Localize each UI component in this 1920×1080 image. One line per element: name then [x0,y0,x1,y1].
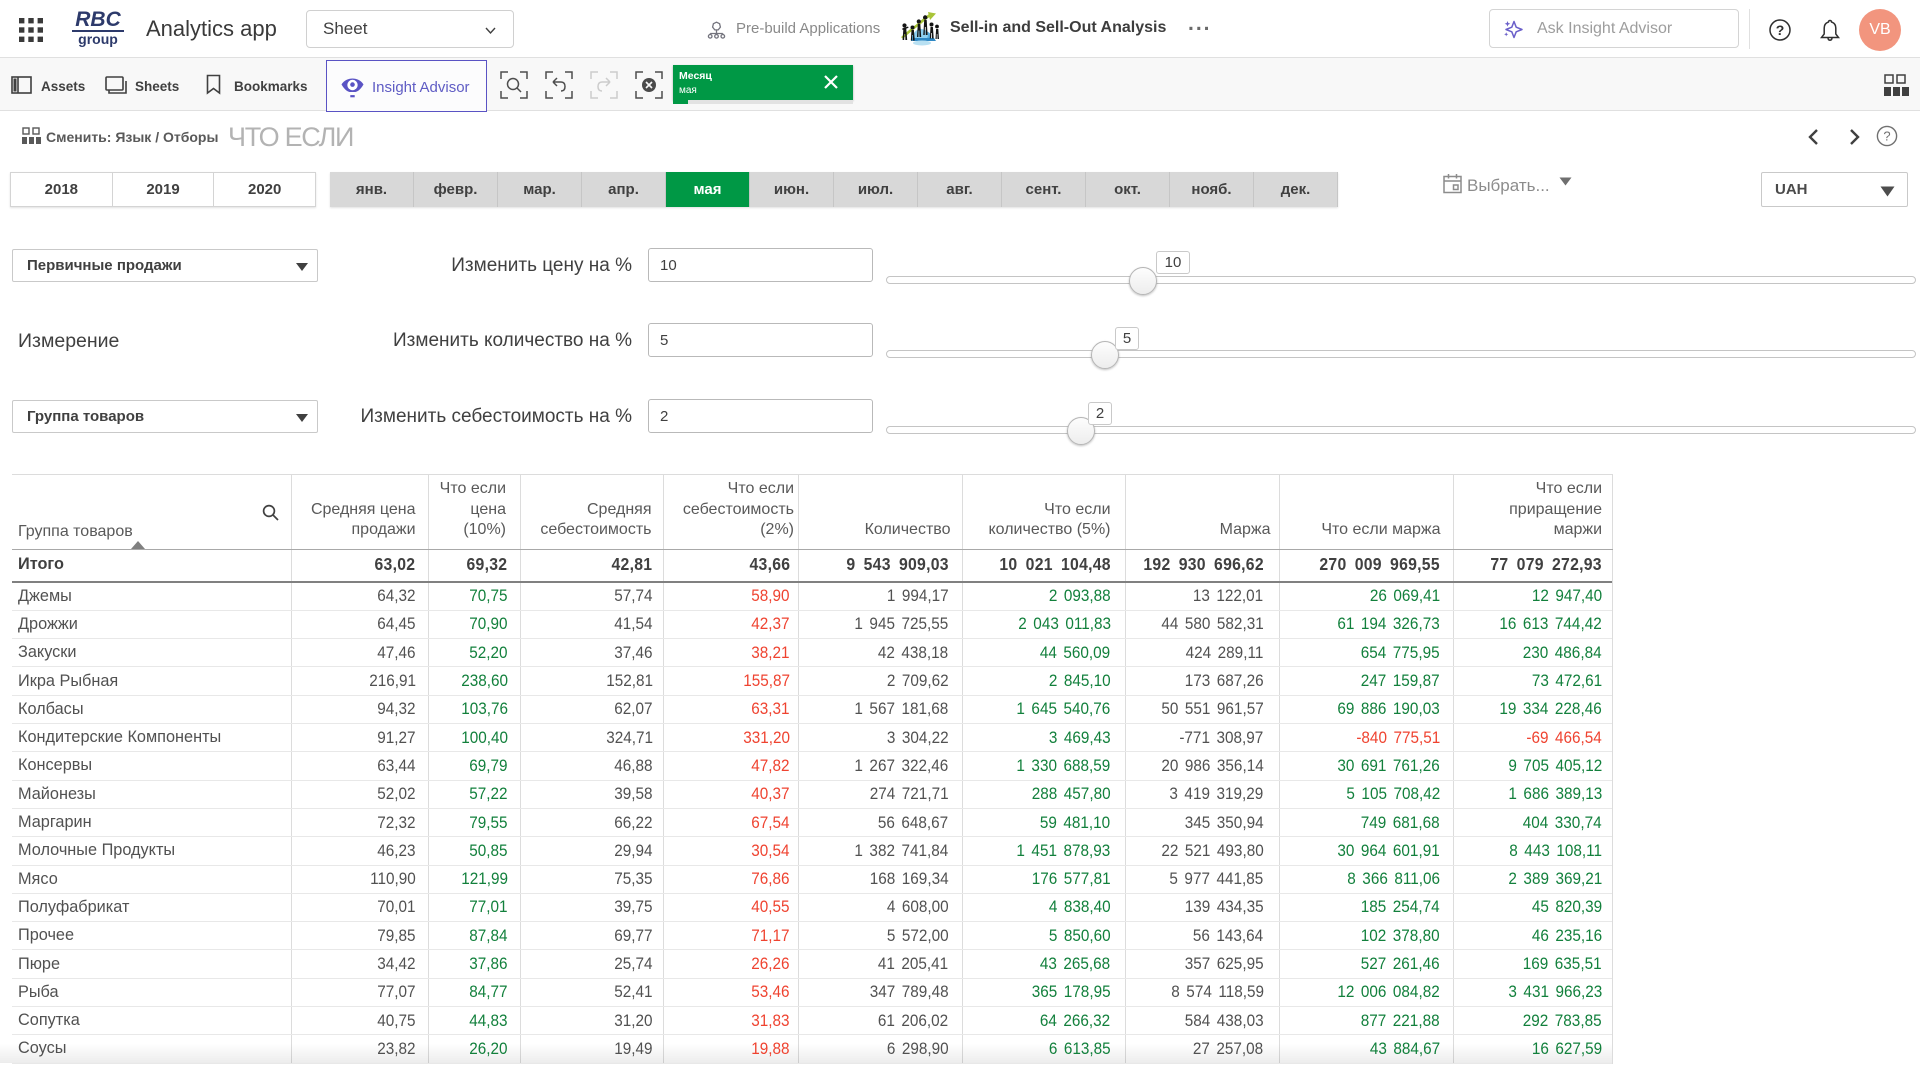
svg-text:?: ? [1883,129,1890,144]
svg-text:?: ? [1776,22,1785,38]
